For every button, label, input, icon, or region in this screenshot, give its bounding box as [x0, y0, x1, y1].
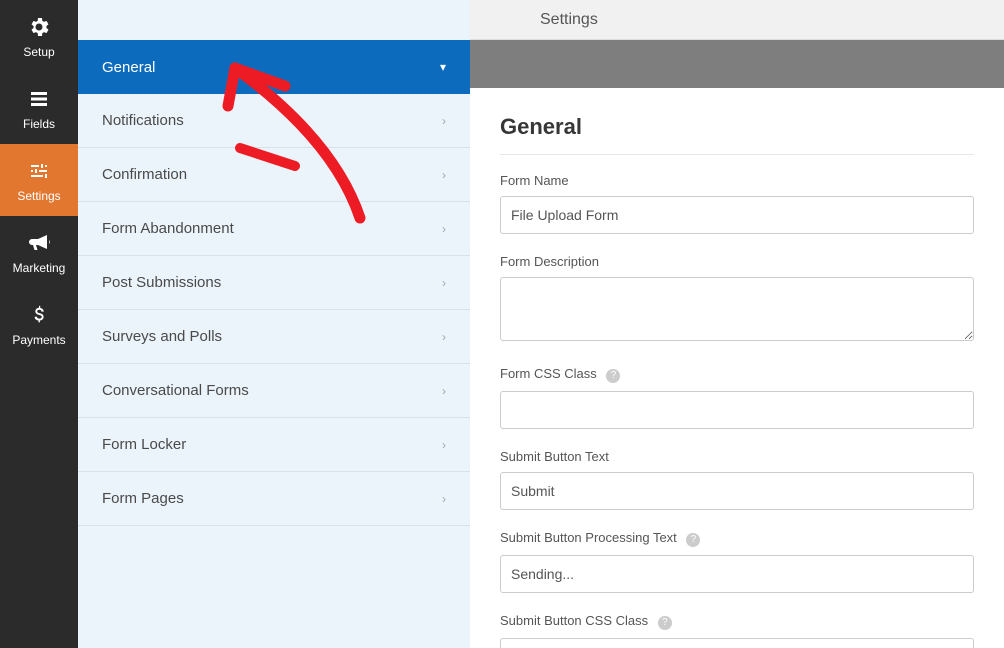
chevron-down-icon: ▾ — [440, 60, 446, 74]
submenu-label: Surveys and Polls — [102, 328, 222, 345]
submenu-conversational-forms[interactable]: Conversational Forms › — [78, 364, 470, 418]
nav-label: Marketing — [13, 261, 66, 275]
chevron-right-icon: › — [442, 222, 446, 236]
field-submit-button-css-class: Submit Button CSS Class ? — [500, 613, 974, 648]
field-submit-button-processing-text: Submit Button Processing Text ? — [500, 530, 974, 593]
submenu-post-submissions[interactable]: Post Submissions › — [78, 256, 470, 310]
main-area: Settings General Form Name Form Descript… — [470, 0, 1004, 648]
submenu-confirmation[interactable]: Confirmation › — [78, 148, 470, 202]
nav-payments[interactable]: Payments — [0, 288, 78, 360]
submenu-label: Notifications — [102, 112, 184, 129]
submenu-label: Form Abandonment — [102, 220, 234, 237]
dollar-icon — [26, 302, 52, 328]
nav-setup[interactable]: Setup — [0, 0, 78, 72]
nav-label: Payments — [12, 333, 65, 347]
chevron-right-icon: › — [442, 168, 446, 182]
nav-settings[interactable]: Settings — [0, 144, 78, 216]
submit-button-text-input[interactable] — [500, 472, 974, 510]
field-label: Form CSS Class ? — [500, 366, 974, 383]
submenu-form-pages[interactable]: Form Pages › — [78, 472, 470, 526]
field-label: Submit Button Text — [500, 449, 974, 464]
submit-button-css-class-input[interactable] — [500, 638, 974, 648]
page-title: Settings — [540, 11, 598, 29]
chevron-right-icon: › — [442, 438, 446, 452]
form-name-input[interactable] — [500, 196, 974, 234]
field-label: Form Description — [500, 254, 974, 269]
list-icon — [26, 86, 52, 112]
submenu-label: Form Pages — [102, 490, 184, 507]
submenu-general[interactable]: General ▾ — [78, 40, 470, 94]
submenu-surveys-polls[interactable]: Surveys and Polls › — [78, 310, 470, 364]
field-form-name: Form Name — [500, 173, 974, 234]
page-header: Settings — [470, 0, 1004, 40]
nav-marketing[interactable]: Marketing — [0, 216, 78, 288]
chevron-right-icon: › — [442, 492, 446, 506]
submenu-label: Form Locker — [102, 436, 186, 453]
field-form-description: Form Description — [500, 254, 974, 346]
chevron-right-icon: › — [442, 114, 446, 128]
help-icon[interactable]: ? — [606, 369, 620, 383]
form-description-textarea[interactable] — [500, 277, 974, 341]
field-submit-button-text: Submit Button Text — [500, 449, 974, 510]
sliders-icon — [26, 158, 52, 184]
chevron-right-icon: › — [442, 330, 446, 344]
submenu-label: Post Submissions — [102, 274, 221, 291]
gear-icon — [26, 14, 52, 40]
settings-submenu: General ▾ Notifications › Confirmation ›… — [78, 0, 470, 648]
submenu-label: Confirmation — [102, 166, 187, 183]
form-heading: General — [500, 114, 974, 155]
chevron-right-icon: › — [442, 384, 446, 398]
help-icon[interactable]: ? — [658, 616, 672, 630]
field-form-css-class: Form CSS Class ? — [500, 366, 974, 429]
nav-label: Fields — [23, 117, 55, 131]
submenu-label: General — [102, 59, 155, 76]
nav-label: Settings — [17, 189, 60, 203]
vertical-nav: Setup Fields Settings Marketing Payments — [0, 0, 78, 648]
field-label: Submit Button Processing Text ? — [500, 530, 974, 547]
submenu-form-abandonment[interactable]: Form Abandonment › — [78, 202, 470, 256]
bullhorn-icon — [26, 230, 52, 256]
submit-button-processing-text-input[interactable] — [500, 555, 974, 593]
form-card: General Form Name Form Description Form … — [470, 88, 1004, 648]
nav-label: Setup — [23, 45, 54, 59]
help-icon[interactable]: ? — [686, 533, 700, 547]
submenu-label: Conversational Forms — [102, 382, 249, 399]
chevron-right-icon: › — [442, 276, 446, 290]
submenu-form-locker[interactable]: Form Locker › — [78, 418, 470, 472]
form-css-class-input[interactable] — [500, 391, 974, 429]
nav-fields[interactable]: Fields — [0, 72, 78, 144]
field-label: Form Name — [500, 173, 974, 188]
field-label: Submit Button CSS Class ? — [500, 613, 974, 630]
submenu-notifications[interactable]: Notifications › — [78, 94, 470, 148]
